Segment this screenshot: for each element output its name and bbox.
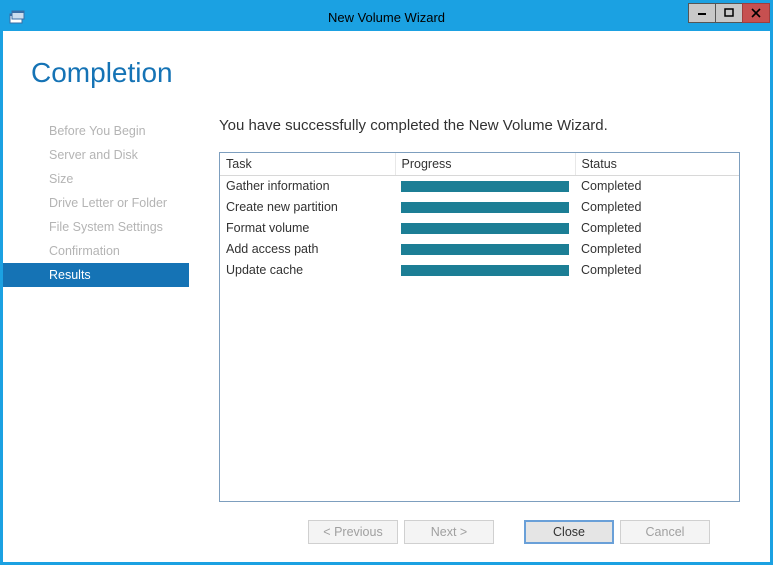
footer: < Previous Next > Close Cancel	[3, 502, 740, 562]
task-status: Completed	[575, 197, 739, 218]
progress-bar	[401, 265, 569, 276]
table-row: Gather information Completed	[220, 176, 739, 197]
sidebar-item-size: Size	[3, 167, 189, 191]
window-title: New Volume Wizard	[3, 10, 770, 25]
task-name: Add access path	[220, 239, 395, 260]
cancel-button: Cancel	[620, 520, 710, 544]
results-table-container: Task Progress Status Gather information …	[219, 152, 740, 502]
table-header-row: Task Progress Status	[220, 153, 739, 176]
maximize-button[interactable]	[715, 3, 743, 23]
task-status: Completed	[575, 260, 739, 281]
window-controls	[689, 3, 770, 23]
task-name: Gather information	[220, 176, 395, 197]
close-button[interactable]: Close	[524, 520, 614, 544]
task-name: Create new partition	[220, 197, 395, 218]
sidebar-item-label: Before You Begin	[49, 124, 146, 138]
progress-bar	[401, 202, 569, 213]
sidebar-item-file-system-settings: File System Settings	[3, 215, 189, 239]
task-progress-cell	[395, 176, 575, 197]
sidebar-item-label: File System Settings	[49, 220, 163, 234]
task-name: Format volume	[220, 218, 395, 239]
task-status: Completed	[575, 176, 739, 197]
main-panel: You have successfully completed the New …	[189, 117, 740, 502]
minimize-icon	[697, 8, 707, 18]
sidebar-item-label: Drive Letter or Folder	[49, 196, 167, 210]
close-window-button[interactable]	[742, 3, 770, 23]
column-header-status[interactable]: Status	[575, 153, 739, 176]
task-name: Update cache	[220, 260, 395, 281]
task-status: Completed	[575, 239, 739, 260]
titlebar: New Volume Wizard	[3, 3, 770, 31]
column-header-task[interactable]: Task	[220, 153, 395, 176]
table-row: Add access path Completed	[220, 239, 739, 260]
sidebar-item-label: Size	[49, 172, 73, 186]
maximize-icon	[724, 8, 734, 18]
progress-bar	[401, 244, 569, 255]
results-table: Task Progress Status Gather information …	[220, 153, 739, 281]
sidebar-item-drive-letter-or-folder: Drive Letter or Folder	[3, 191, 189, 215]
body: Before You Begin Server and Disk Size Dr…	[3, 117, 740, 502]
content-area: Completion Before You Begin Server and D…	[3, 31, 770, 562]
success-message: You have successfully completed the New …	[219, 117, 740, 134]
task-progress-cell	[395, 197, 575, 218]
sidebar-item-results: Results	[3, 263, 189, 287]
table-row: Format volume Completed	[220, 218, 739, 239]
table-row: Update cache Completed	[220, 260, 739, 281]
column-header-progress[interactable]: Progress	[395, 153, 575, 176]
task-progress-cell	[395, 239, 575, 260]
sidebar-item-label: Results	[49, 268, 91, 282]
close-icon	[751, 8, 761, 18]
task-progress-cell	[395, 260, 575, 281]
app-icon	[9, 10, 25, 24]
sidebar-item-label: Server and Disk	[49, 148, 138, 162]
next-button: Next >	[404, 520, 494, 544]
sidebar-item-confirmation: Confirmation	[3, 239, 189, 263]
progress-bar	[401, 181, 569, 192]
sidebar-item-label: Confirmation	[49, 244, 120, 258]
minimize-button[interactable]	[688, 3, 716, 23]
wizard-window: New Volume Wizard Completion Before You …	[0, 0, 773, 565]
sidebar: Before You Begin Server and Disk Size Dr…	[3, 117, 189, 502]
table-row: Create new partition Completed	[220, 197, 739, 218]
sidebar-item-before-you-begin: Before You Begin	[3, 119, 189, 143]
previous-button: < Previous	[308, 520, 398, 544]
progress-bar	[401, 223, 569, 234]
task-status: Completed	[575, 218, 739, 239]
page-heading: Completion	[31, 57, 740, 89]
sidebar-item-server-and-disk: Server and Disk	[3, 143, 189, 167]
task-progress-cell	[395, 218, 575, 239]
